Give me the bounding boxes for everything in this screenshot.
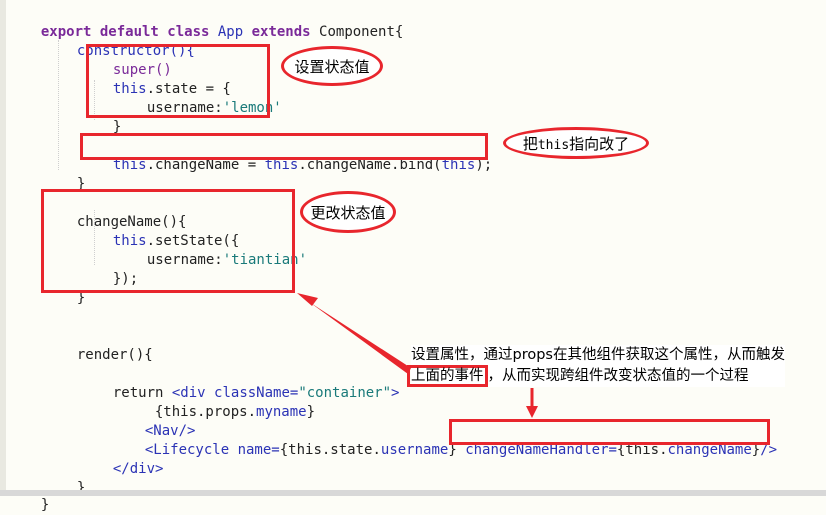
code-editor: { "code": { "l1": {"a":"export default "… [0,0,826,513]
horizontal-scrollbar[interactable] [0,490,826,496]
arrow-to-method [300,296,411,374]
token: } [40,497,50,513]
arrow-head-to-handler [526,406,538,418]
arrow-head-to-method [297,293,318,306]
arrows-layer [297,293,538,418]
